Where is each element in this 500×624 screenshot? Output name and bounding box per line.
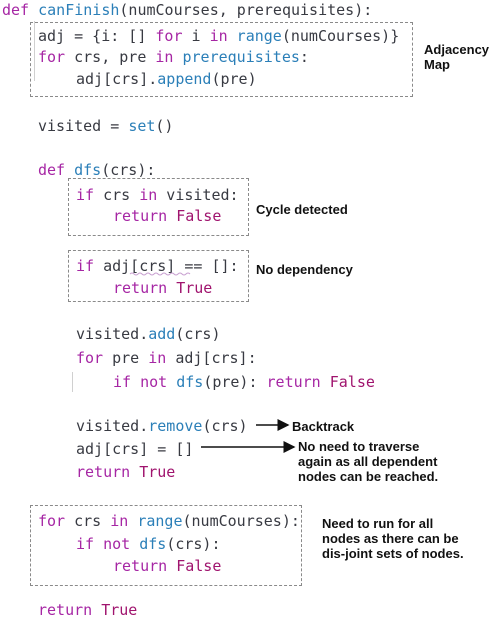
- code-line-if-not-dfs-pre: if not dfs(pre): return False: [113, 373, 375, 391]
- code-text: visited:: [157, 186, 239, 204]
- keyword-return: return: [113, 207, 168, 225]
- call-dfs: dfs: [167, 373, 204, 391]
- code-line-if-no-dep: if adj[crs] == []:: [76, 257, 239, 275]
- code-line-return-true-main: return True: [38, 601, 137, 619]
- code-text: (): [155, 117, 174, 135]
- keyword-in: in: [139, 186, 158, 204]
- code-text: crs, pre: [65, 48, 156, 66]
- code-line-if-not-dfs-crs: if not dfs(crs):: [76, 535, 221, 553]
- note-no-need-to-traverse: No need to traverse again as all depende…: [298, 439, 439, 484]
- keyword-return: return: [113, 557, 168, 575]
- method-append: append: [157, 70, 212, 88]
- code-line-adj-init: adj = {i: [] for i in range(numCourses)}: [38, 27, 399, 45]
- code-text: adj = {i: []: [38, 27, 156, 45]
- keyword-for: for: [38, 48, 66, 66]
- keyword-in: in: [209, 27, 228, 45]
- code-text: adj[crs] == []:: [94, 257, 239, 275]
- code-line-adj-clear: adj[crs] = []: [76, 440, 193, 458]
- code-text: crs: [94, 186, 140, 204]
- variable-prerequisites: prerequisites: [173, 48, 300, 66]
- keyword-if: if: [113, 373, 132, 391]
- code-line-def-dfs: def dfs(crs):: [38, 161, 155, 179]
- keyword-in: in: [155, 48, 174, 66]
- code-text: (pre):: [203, 373, 267, 391]
- value-false: False: [320, 373, 375, 391]
- method-remove: remove: [148, 417, 203, 435]
- keyword-for: for: [38, 512, 66, 530]
- keyword-if: if: [76, 535, 95, 553]
- value-false: False: [167, 207, 222, 225]
- code-line-return-false-main: return False: [113, 557, 221, 575]
- indent-guide: [72, 372, 73, 392]
- code-line-for-range: for crs in range(numCourses):: [38, 512, 300, 530]
- args: (numCourses, prerequisites):: [119, 1, 373, 19]
- note-adjacency-map: Adjacency Map: [424, 42, 490, 72]
- keyword-if: if: [76, 257, 95, 275]
- value-true: True: [92, 601, 138, 619]
- keyword-return: return: [266, 373, 321, 391]
- builtin-range: range: [227, 27, 282, 45]
- code-diagram: def canFinish(numCourses, prerequisites)…: [0, 0, 500, 624]
- keyword-return: return: [38, 601, 93, 619]
- function-name: canFinish: [38, 1, 120, 19]
- keyword-if: if: [76, 186, 95, 204]
- code-line-visited-set: visited = set(): [38, 117, 173, 135]
- note-backtrack: Backtrack: [292, 419, 355, 434]
- keyword-for: for: [155, 27, 183, 45]
- code-text: pre: [103, 349, 149, 367]
- method-add: add: [148, 325, 176, 343]
- code-text: (numCourses):: [182, 512, 300, 530]
- code-text: crs: [65, 512, 111, 530]
- keyword-not: not: [131, 373, 168, 391]
- keyword-return: return: [113, 279, 168, 297]
- keyword-def: def: [38, 161, 66, 179]
- code-line-for-pre: for pre in adj[crs]:: [76, 349, 257, 367]
- code-line-return-true: return True: [113, 279, 212, 297]
- code-text: (crs): [202, 417, 248, 435]
- function-name: dfs: [65, 161, 102, 179]
- builtin-set: set: [128, 117, 156, 135]
- note-no-dependency: No dependency: [256, 262, 353, 277]
- code-line-return-true-dfs: return True: [76, 463, 175, 481]
- code-text: (crs):: [166, 535, 221, 553]
- code-text: (pre): [211, 70, 257, 88]
- code-text: (crs): [175, 325, 221, 343]
- code-text: adj[crs].: [76, 70, 158, 88]
- code-text: visited.: [76, 325, 149, 343]
- keyword-for: for: [76, 349, 104, 367]
- code-line-for-prereq: for crs, pre in prerequisites:: [38, 48, 309, 66]
- code-text: i: [182, 27, 210, 45]
- note-need-to-run: Need to run for all nodes as there can b…: [322, 516, 464, 561]
- code-text: visited.: [76, 417, 149, 435]
- code-line-append: adj[crs].append(pre): [76, 70, 257, 88]
- code-line-return-false: return False: [113, 207, 221, 225]
- builtin-range: range: [128, 512, 183, 530]
- code-text: adj[crs] = []: [76, 440, 194, 458]
- args: (crs):: [101, 161, 156, 179]
- code-line-if-visited: if crs in visited:: [76, 186, 239, 204]
- code-text: :: [299, 48, 309, 66]
- keyword-in: in: [110, 512, 129, 530]
- code-line-def-canfinish: def canFinish(numCourses, prerequisites)…: [2, 1, 372, 19]
- keyword-in: in: [148, 349, 167, 367]
- code-line-visited-add: visited.add(crs): [76, 325, 221, 343]
- code-line-visited-remove: visited.remove(crs): [76, 417, 248, 435]
- value-true: True: [130, 463, 176, 481]
- code-text: adj[crs]:: [166, 349, 257, 367]
- keyword-return: return: [76, 463, 131, 481]
- keyword-def: def: [2, 1, 30, 19]
- value-true: True: [167, 279, 213, 297]
- value-false: False: [167, 557, 222, 575]
- keyword-not: not: [94, 535, 131, 553]
- call-dfs: dfs: [130, 535, 167, 553]
- code-text: visited =: [38, 117, 129, 135]
- note-cycle-detected: Cycle detected: [256, 202, 348, 217]
- code-text: (numCourses)}: [281, 27, 400, 45]
